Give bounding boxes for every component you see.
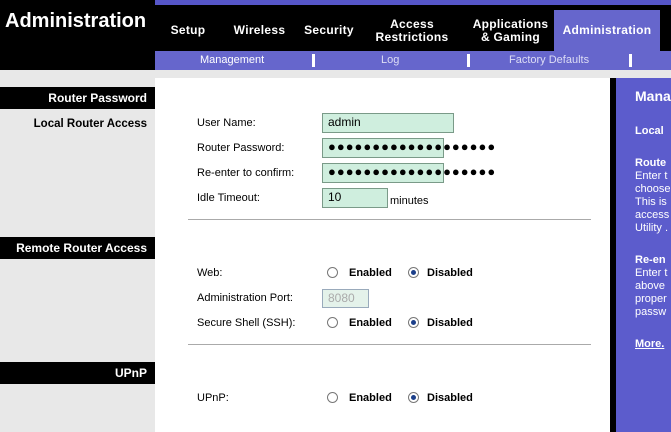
router-password-input[interactable]: ●●●●●●●●●●●●●●●●●●● xyxy=(322,138,495,158)
help-text-line: choose xyxy=(635,183,671,195)
tab-administration[interactable]: Administration xyxy=(554,10,660,51)
tab-bar-stripe xyxy=(155,0,671,5)
help-router-heading: Route xyxy=(635,157,667,169)
ssh-enabled-radio[interactable] xyxy=(327,317,338,328)
brand-text: Administration xyxy=(5,10,147,32)
web-disabled-label: Disabled xyxy=(427,267,473,279)
subtab-factory-defaults[interactable]: Factory Defaults xyxy=(509,54,589,66)
section-upnp: UPnP xyxy=(0,362,155,384)
upnp-disabled-label: Disabled xyxy=(427,392,473,404)
subtab-separator xyxy=(629,54,632,67)
tab-applications-gaming[interactable]: Applications & Gaming xyxy=(464,10,557,51)
help-panel: Mana Local Route Enter t choose This is … xyxy=(616,78,671,432)
tab-setup[interactable]: Setup xyxy=(155,10,221,51)
sublabel-local-router-access: Local Router Access xyxy=(33,118,147,130)
upnp-label: UPnP: xyxy=(197,392,229,404)
help-text-line: passw xyxy=(635,306,667,318)
divider xyxy=(188,344,591,345)
admin-port-input[interactable]: 8080 xyxy=(322,289,369,308)
tab-access-restrictions[interactable]: Access Restrictions xyxy=(360,10,464,51)
section-router-password: Router Password xyxy=(0,87,155,109)
subtab-management[interactable]: Management xyxy=(200,54,264,66)
left-section-column: Router Password Local Router Access Remo… xyxy=(0,70,155,432)
main-form-panel: User Name: admin Router Password: ●●●●●●… xyxy=(155,78,610,432)
upnp-enabled-label: Enabled xyxy=(349,392,392,404)
web-enabled-label: Enabled xyxy=(349,267,392,279)
help-top-gap xyxy=(610,70,671,78)
content-top-gap xyxy=(155,70,610,78)
subtab-log[interactable]: Log xyxy=(381,54,399,66)
ssh-disabled-label: Disabled xyxy=(427,317,473,329)
subtab-separator xyxy=(467,54,470,67)
web-enabled-radio[interactable] xyxy=(327,267,338,278)
web-disabled-radio[interactable] xyxy=(408,267,419,278)
sub-tab-bar: Management Log Factory Defaults xyxy=(155,51,671,70)
tab-wireless[interactable]: Wireless xyxy=(221,10,298,51)
help-text-line: proper xyxy=(635,293,667,305)
admin-port-label: Administration Port: xyxy=(197,292,293,304)
ssh-disabled-radio[interactable] xyxy=(408,317,419,328)
user-name-input[interactable]: admin xyxy=(322,113,454,133)
ssh-enabled-label: Enabled xyxy=(349,317,392,329)
help-text-line: above xyxy=(635,280,665,292)
section-remote-router-access: Remote Router Access xyxy=(0,237,155,259)
help-text-line: Enter t xyxy=(635,267,668,279)
header-left-gap xyxy=(0,47,155,70)
page-brand-title: Administration xyxy=(0,0,155,47)
help-local-heading: Local xyxy=(635,125,664,137)
divider xyxy=(188,219,591,220)
subtab-separator xyxy=(312,54,315,67)
help-reenter-heading: Re-en xyxy=(635,254,666,266)
minutes-unit-label: minutes xyxy=(390,195,429,207)
help-text-line: This is xyxy=(635,196,667,208)
upnp-disabled-radio[interactable] xyxy=(408,392,419,403)
help-more-link[interactable]: More. xyxy=(635,338,664,350)
idle-timeout-label: Idle Timeout: xyxy=(197,192,260,204)
web-label: Web: xyxy=(197,267,223,279)
router-password-label: Router Password: xyxy=(197,142,285,154)
help-text-line: Enter t xyxy=(635,170,668,182)
reenter-password-input[interactable]: ●●●●●●●●●●●●●●●●●●● xyxy=(322,163,495,183)
upnp-enabled-radio[interactable] xyxy=(327,392,338,403)
tab-security[interactable]: Security xyxy=(298,10,360,51)
help-text-line: Utility . xyxy=(635,222,668,234)
user-name-label: User Name: xyxy=(197,117,256,129)
ssh-label: Secure Shell (SSH): xyxy=(197,317,296,329)
reenter-password-label: Re-enter to confirm: xyxy=(197,167,295,179)
main-tab-bar: Setup Wireless Security Access Restrictio… xyxy=(155,0,671,51)
idle-timeout-input[interactable]: 10 xyxy=(322,188,388,208)
help-title: Mana xyxy=(635,88,671,104)
help-text-line: access xyxy=(635,209,670,221)
